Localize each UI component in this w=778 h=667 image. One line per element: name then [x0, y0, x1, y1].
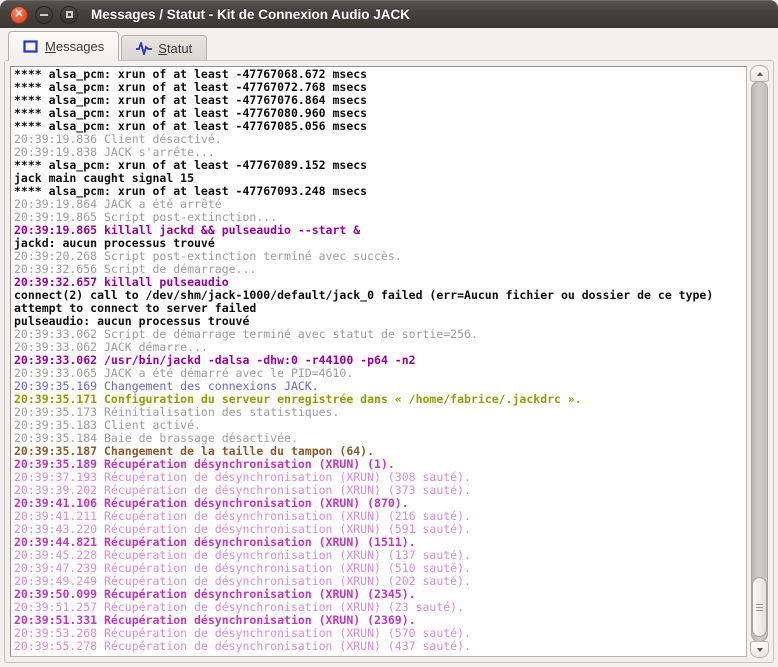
- scroll-up-button[interactable]: [750, 65, 769, 82]
- messages-frame: **** alsa_pcm: xrun of at least -4776706…: [4, 60, 774, 663]
- arrow-down-icon: [757, 648, 763, 652]
- tab-statut[interactable]: Statut: [121, 35, 207, 61]
- maximize-icon: [66, 11, 73, 18]
- tab-bar: Messages Statut: [0, 29, 778, 61]
- thumb-grip-icon: [756, 607, 763, 608]
- window-controls: ✕: [10, 6, 78, 24]
- vertical-scrollbar[interactable]: [750, 65, 769, 658]
- close-button[interactable]: ✕: [10, 6, 28, 24]
- thumb-grip-icon: [756, 610, 763, 611]
- arrow-up-icon: [757, 72, 763, 76]
- tab-statut-label: Statut: [158, 41, 192, 56]
- scrollbar-thumb[interactable]: [752, 577, 767, 637]
- thumb-grip-icon: [756, 604, 763, 605]
- messages-icon: [23, 40, 38, 53]
- maximize-button[interactable]: [60, 6, 78, 24]
- scrollbar-trough[interactable]: [751, 81, 768, 642]
- window-title: Messages / Statut - Kit de Connexion Aud…: [91, 7, 410, 22]
- log-line: 20:39:55.278 Récupération de désynchroni…: [14, 640, 743, 653]
- messages-log-view[interactable]: **** alsa_pcm: xrun of at least -4776706…: [10, 66, 747, 657]
- minimize-button[interactable]: [35, 6, 53, 24]
- tab-messages[interactable]: Messages: [8, 31, 119, 61]
- titlebar: ✕ Messages / Statut - Kit de Connexion A…: [0, 0, 778, 28]
- minimize-icon: [40, 14, 48, 16]
- status-waveform-icon: [136, 42, 151, 55]
- scroll-down-button[interactable]: [750, 641, 769, 658]
- tab-messages-label: Messages: [45, 39, 104, 54]
